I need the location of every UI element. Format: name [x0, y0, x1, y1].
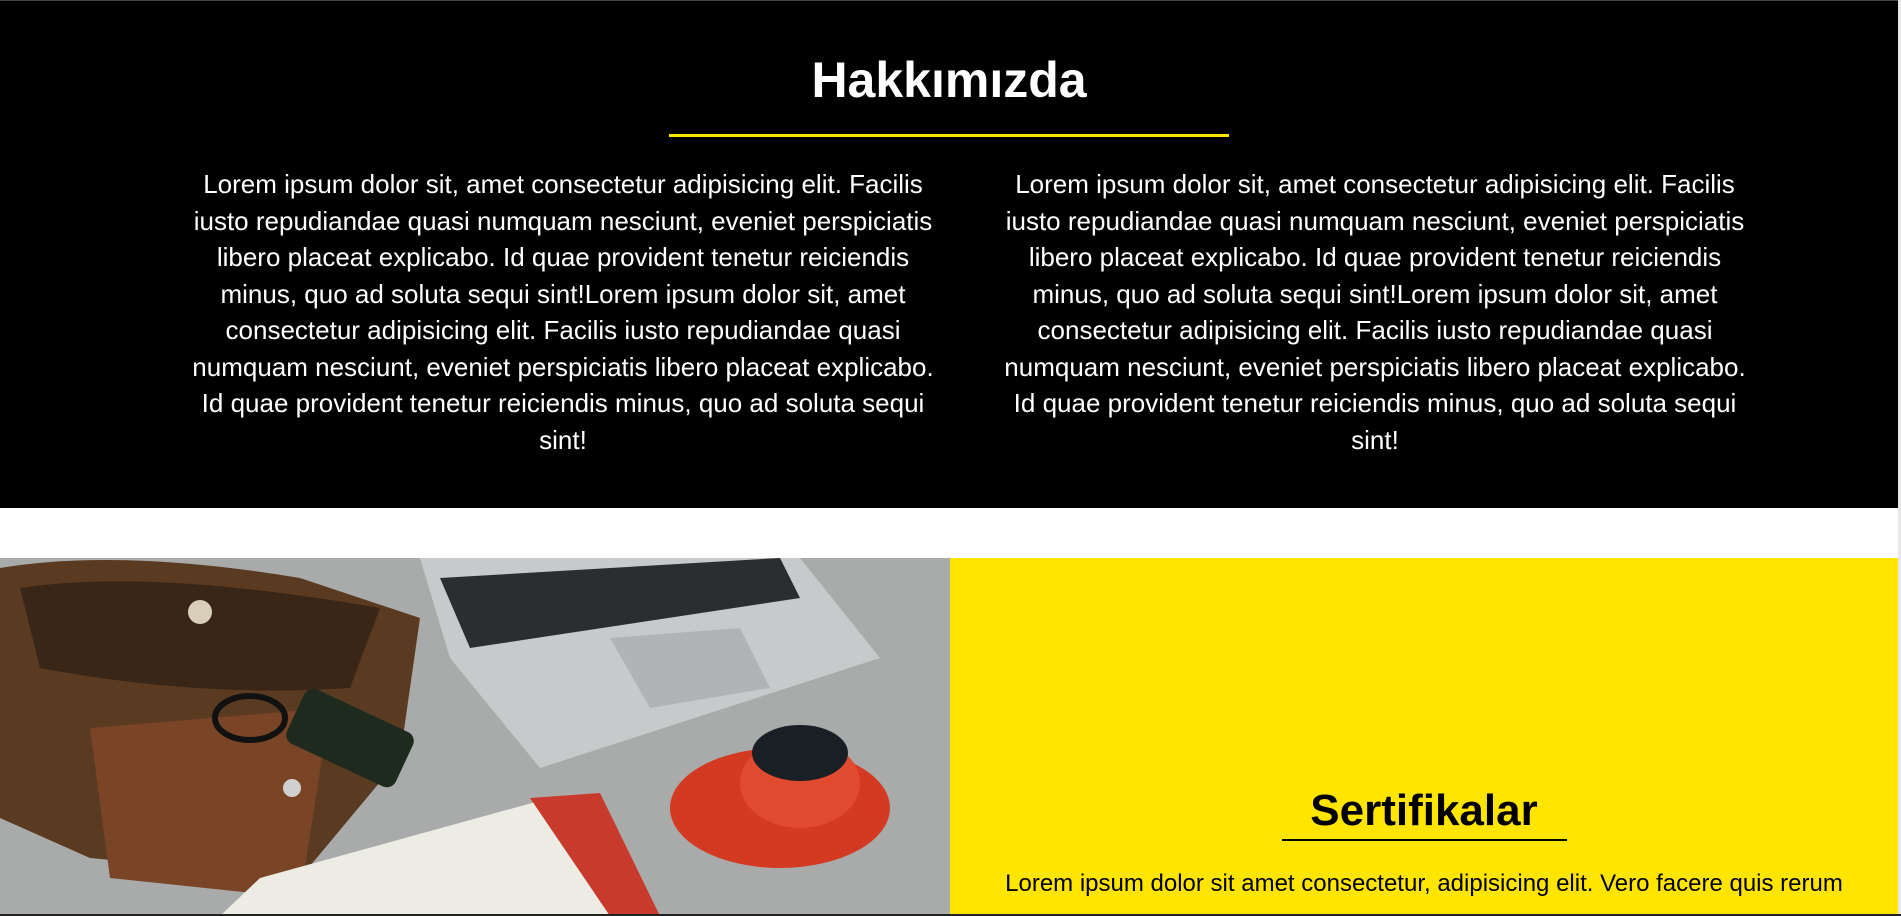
desk-photo — [0, 558, 950, 916]
certificates-section: Sertifikalar Lorem ipsum dolor sit amet … — [950, 558, 1898, 916]
title-underline — [669, 134, 1229, 137]
about-section: Hakkımızda Lorem ipsum dolor sit, amet c… — [0, 0, 1898, 508]
about-text-left: Lorem ipsum dolor sit, amet consectetur … — [192, 169, 934, 455]
certificates-text: Lorem ipsum dolor sit amet consectetur, … — [1005, 870, 1843, 897]
certificates-title: Sertifikalar — [1310, 786, 1538, 835]
about-text-right: Lorem ipsum dolor sit, amet consectetur … — [1004, 169, 1746, 455]
about-title: Hakkımızda — [811, 52, 1087, 108]
certificates-underline — [1282, 839, 1567, 841]
